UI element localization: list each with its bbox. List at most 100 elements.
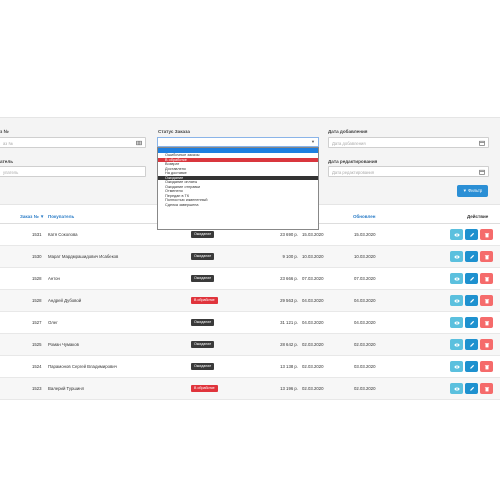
- status-select[interactable]: ▼: [157, 137, 319, 147]
- order-number: 1528: [32, 298, 42, 303]
- order-number: 1525: [32, 342, 42, 347]
- status-badge: Ожидание: [191, 275, 215, 282]
- view-button[interactable]: [450, 339, 463, 350]
- edit-button[interactable]: [465, 339, 478, 350]
- calendar-icon[interactable]: [479, 140, 485, 146]
- buyer-label: атель: [0, 159, 14, 164]
- order-number: 1524: [32, 364, 42, 369]
- pencil-icon: [469, 386, 474, 391]
- order-total: 13 196 р.: [280, 386, 298, 391]
- column-order-number[interactable]: Заказ № ▼: [20, 214, 44, 219]
- eye-icon: [453, 276, 460, 281]
- buyer-name: Олег: [48, 320, 58, 325]
- delete-button[interactable]: [480, 251, 493, 262]
- status-badge: В обработке: [191, 385, 218, 392]
- edit-button[interactable]: [465, 361, 478, 372]
- view-button[interactable]: [450, 361, 463, 372]
- delete-button[interactable]: [480, 317, 493, 328]
- view-button[interactable]: [450, 383, 463, 394]
- edit-button[interactable]: [465, 273, 478, 284]
- view-button[interactable]: [450, 251, 463, 262]
- order-number: 1523: [32, 386, 42, 391]
- edit-button[interactable]: [465, 295, 478, 306]
- date-added: 02.03.2020: [302, 342, 324, 347]
- view-button[interactable]: [450, 295, 463, 306]
- column-buyer[interactable]: Покупатель: [48, 214, 74, 219]
- order-total: 23 690 р.: [280, 232, 298, 237]
- delete-button[interactable]: [480, 295, 493, 306]
- date-added: 07.03.2020: [302, 276, 324, 281]
- date-added-input[interactable]: Дата добавления: [328, 137, 489, 148]
- status-dropdown-list[interactable]: Ошибочные заказы В обработке Возврат Дос…: [157, 147, 319, 230]
- status-badge: В обработке: [191, 297, 218, 304]
- date-modified: 04.03.2020: [354, 298, 376, 303]
- order-total: 23 666 р.: [280, 276, 298, 281]
- delete-button[interactable]: [480, 339, 493, 350]
- delete-button[interactable]: [480, 229, 493, 240]
- date-modified: 15.03.2020: [354, 232, 376, 237]
- status-badge: Ожидание: [191, 363, 215, 370]
- eye-icon: [453, 386, 460, 391]
- date-added: 02.03.2020: [302, 364, 324, 369]
- order-total: 13 138 р.: [280, 364, 298, 369]
- trash-icon: [484, 254, 489, 259]
- order-number: 1527: [32, 320, 42, 325]
- pencil-icon: [469, 298, 474, 303]
- delete-button[interactable]: [480, 273, 493, 284]
- edit-button[interactable]: [465, 317, 478, 328]
- view-button[interactable]: [450, 273, 463, 284]
- status-badge: Ожидание: [191, 319, 215, 326]
- status-option[interactable]: Сделка завершена: [158, 203, 318, 208]
- status-badge: Ожидание: [191, 341, 215, 348]
- buyer-name: Андрей Дубовой: [48, 298, 82, 303]
- pencil-icon: [469, 320, 474, 325]
- buyer-name: Антон: [48, 276, 60, 281]
- status-label: Статус Заказа: [158, 129, 190, 134]
- table-row: 1523 Валерий Туршинл В обработке 13 196 р. 0…: [0, 378, 500, 400]
- order-number: 1531: [32, 232, 42, 237]
- view-button[interactable]: [450, 229, 463, 240]
- table-row: 1524 Парамонов Сергей Владимирович Ожидани…: [0, 356, 500, 378]
- order-total: 29 563 р.: [280, 298, 298, 303]
- status-badge: Ожидание: [191, 231, 215, 238]
- view-button[interactable]: [450, 317, 463, 328]
- buyer-name: Роман Чумаков: [48, 342, 79, 347]
- date-modified: 10.03.2020: [354, 254, 376, 259]
- edit-button[interactable]: [465, 229, 478, 240]
- date-added: 10.03.2020: [302, 254, 324, 259]
- column-actions: Действие: [467, 214, 489, 219]
- filter-button[interactable]: ▼ Фильтр: [457, 185, 488, 197]
- column-modified[interactable]: Обновлен: [353, 214, 375, 219]
- eye-icon: [453, 232, 460, 237]
- order-number-label: з №: [0, 129, 9, 134]
- pencil-icon: [469, 276, 474, 281]
- pencil-icon: [469, 364, 474, 369]
- date-added: 04.03.2020: [302, 298, 324, 303]
- calendar-icon[interactable]: [479, 169, 485, 175]
- table-row: 1530 Марат Мардмрашидович Исабеков Ожидани…: [0, 246, 500, 268]
- date-modified-input[interactable]: Дата редактирования: [328, 166, 489, 177]
- date-modified: 02.03.2020: [354, 342, 376, 347]
- table-icon: [136, 140, 142, 146]
- eye-icon: [453, 254, 460, 259]
- status-badge: Ожидание: [191, 253, 215, 260]
- caret-down-icon: ▼: [311, 139, 315, 144]
- pencil-icon: [469, 342, 474, 347]
- buyer-name: Парамонов Сергей Владимирович: [48, 364, 117, 369]
- trash-icon: [484, 276, 489, 281]
- delete-button[interactable]: [480, 361, 493, 372]
- trash-icon: [484, 298, 489, 303]
- trash-icon: [484, 232, 489, 237]
- order-number-input[interactable]: аз №: [0, 137, 146, 148]
- order-number: 1528: [32, 276, 42, 281]
- date-added: 02.03.2020: [302, 386, 324, 391]
- buyer-name: Катя Соколова: [48, 232, 78, 237]
- order-total: 31 121 р.: [280, 320, 298, 325]
- buyer-input[interactable]: упатель: [0, 166, 146, 177]
- edit-button[interactable]: [465, 251, 478, 262]
- date-modified: 02.03.2020: [354, 386, 376, 391]
- delete-button[interactable]: [480, 383, 493, 394]
- eye-icon: [453, 364, 460, 369]
- buyer-name: Марат Мардмрашидович Исабеков: [48, 254, 119, 259]
- edit-button[interactable]: [465, 383, 478, 394]
